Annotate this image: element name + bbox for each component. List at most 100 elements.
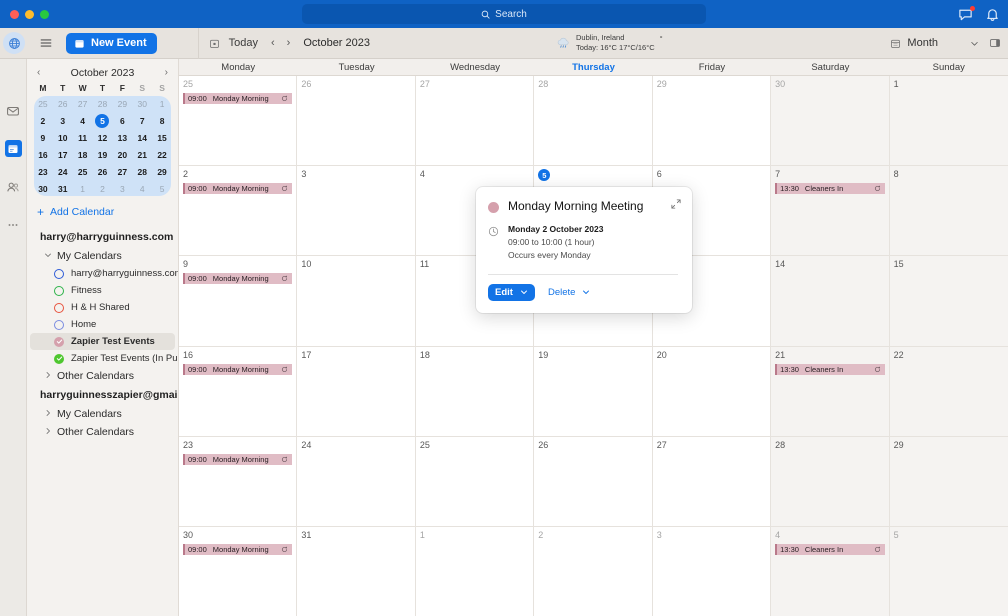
add-calendar-button[interactable]: + Add Calendar [27, 197, 178, 227]
calendar-item[interactable]: Zapier Test Events [30, 333, 175, 350]
calendar-day-cell[interactable]: 1 [889, 76, 1008, 166]
calendar-day-cell[interactable]: 17 [297, 346, 416, 436]
mini-day[interactable]: 30 [33, 180, 53, 197]
calendar-color-swatch[interactable] [54, 302, 64, 313]
calendar-day-cell[interactable]: 20 [653, 346, 772, 436]
mini-day[interactable]: 4 [132, 180, 152, 197]
calendar-day-cell[interactable]: 24 [297, 436, 416, 526]
mini-day[interactable]: 29 [152, 163, 172, 180]
mini-day[interactable]: 3 [53, 112, 73, 129]
mini-day[interactable]: 17 [53, 146, 73, 163]
calendar-day-cell[interactable]: 19 [534, 346, 653, 436]
calendar-day-cell[interactable]: 27 [653, 436, 772, 526]
calendar-day-cell[interactable]: 28 [771, 436, 890, 526]
calendar-day-cell[interactable]: 21 13:30 Cleaners In [771, 346, 890, 436]
rail-item-people[interactable] [5, 178, 22, 195]
calendar-day-cell[interactable]: 2 [534, 526, 653, 616]
calendar-day-cell[interactable]: 30 [771, 76, 890, 166]
mini-day[interactable]: 11 [73, 129, 93, 146]
calendar-item[interactable]: H & H Shared [27, 299, 178, 316]
globe-icon[interactable] [3, 32, 25, 54]
today-icon[interactable] [209, 38, 220, 49]
mini-day[interactable]: 26 [53, 95, 73, 112]
calendar-item[interactable]: Fitness [27, 282, 178, 299]
calendar-day-cell[interactable]: 14 [771, 256, 890, 346]
calendar-day-cell[interactable]: 28 [534, 76, 653, 166]
calendar-day-cell[interactable]: 26 [297, 76, 416, 166]
close-window-button[interactable] [10, 9, 19, 19]
calendar-day-cell[interactable]: 8 [889, 166, 1008, 256]
mini-day[interactable]: 1 [73, 180, 93, 197]
rail-item-mail[interactable] [5, 102, 22, 119]
mini-day[interactable]: 21 [132, 146, 152, 163]
calendar-color-swatch[interactable] [54, 268, 64, 279]
event-chip[interactable]: 09:00 Monday Morning [183, 183, 293, 195]
mini-day[interactable]: 29 [112, 95, 132, 112]
calendar-day-cell[interactable]: 22 [889, 346, 1008, 436]
mini-day[interactable]: 12 [93, 129, 113, 146]
mini-day[interactable]: 20 [112, 146, 132, 163]
delete-event-button[interactable]: Delete [543, 284, 595, 301]
event-chip[interactable]: 09:00 Monday Morning [183, 363, 293, 375]
mini-prev-month-button[interactable]: ‹ [37, 68, 40, 78]
mini-day[interactable]: 16 [33, 146, 53, 163]
calendar-color-swatch[interactable] [54, 336, 64, 347]
calendar-group-row[interactable]: My Calendars [27, 405, 178, 423]
calendar-color-swatch[interactable] [54, 353, 64, 364]
mini-day[interactable]: 28 [132, 163, 152, 180]
today-button[interactable]: Today [229, 37, 258, 49]
account-row[interactable]: harryguinnesszapier@gmail.com [27, 385, 178, 405]
mini-day[interactable]: 24 [53, 163, 73, 180]
rail-item-calendar[interactable] [4, 140, 22, 157]
mini-next-month-button[interactable]: › [165, 68, 168, 78]
mini-day[interactable]: 18 [73, 146, 93, 163]
event-chip[interactable]: 09:00 Monday Morning [183, 273, 293, 285]
calendar-day-cell[interactable]: 25 09:00 Monday Morning [179, 76, 298, 166]
mini-day[interactable]: 8 [152, 112, 172, 129]
calendar-day-cell[interactable]: 26 [534, 436, 653, 526]
calendar-day-cell[interactable]: 7 13:30 Cleaners In [771, 166, 890, 256]
view-selector[interactable]: Month [890, 37, 979, 49]
calendar-item[interactable]: Zapier Test Events (In Purple) [27, 350, 178, 367]
calendar-group-row[interactable]: My Calendars [27, 247, 178, 265]
calendar-day-cell[interactable]: 29 [653, 76, 772, 166]
calendar-day-cell[interactable]: 31 [297, 526, 416, 616]
calendar-color-swatch[interactable] [54, 285, 64, 296]
bell-icon[interactable] [985, 7, 1000, 22]
calendar-day-cell[interactable]: 10 [297, 256, 416, 346]
calendar-day-cell[interactable]: 25 [416, 436, 535, 526]
next-month-button[interactable]: › [287, 37, 291, 49]
weather-widget[interactable]: Dublin, Ireland Today: 16°C 17°C/16°C ° [556, 33, 663, 53]
new-event-button[interactable]: New Event [66, 32, 157, 54]
mini-day[interactable]: 19 [93, 146, 113, 163]
mini-day[interactable]: 7 [132, 112, 152, 129]
mini-day[interactable]: 6 [112, 112, 132, 129]
event-chip[interactable]: 13:30 Cleaners In [775, 363, 885, 375]
maximize-window-button[interactable] [40, 9, 49, 19]
calendar-day-cell[interactable]: 4 13:30 Cleaners In [771, 526, 890, 616]
search-input[interactable]: Search [302, 4, 706, 24]
event-chip[interactable]: 13:30 Cleaners In [775, 543, 885, 555]
calendar-day-cell[interactable]: 3 [297, 166, 416, 256]
rail-item-more[interactable] [5, 216, 22, 233]
event-chip[interactable]: 13:30 Cleaners In [775, 183, 885, 195]
mini-day[interactable]: 23 [33, 163, 53, 180]
mini-day[interactable]: 31 [53, 180, 73, 197]
calendar-day-cell[interactable]: 30 09:00 Monday Morning [179, 526, 298, 616]
mini-day[interactable]: 2 [33, 112, 53, 129]
calendar-color-swatch[interactable] [54, 319, 64, 330]
calendar-day-cell[interactable]: 23 09:00 Monday Morning [179, 436, 298, 526]
mini-day[interactable]: 25 [33, 95, 53, 112]
calendar-day-cell[interactable]: 29 [889, 436, 1008, 526]
mini-day[interactable]: 26 [93, 163, 113, 180]
event-chip[interactable]: 09:00 Monday Morning [183, 93, 293, 104]
mini-day[interactable]: 28 [93, 95, 113, 112]
mini-day[interactable]: 27 [73, 95, 93, 112]
mini-day[interactable]: 22 [152, 146, 172, 163]
calendar-day-cell[interactable]: 5 [889, 526, 1008, 616]
mini-day[interactable]: 14 [132, 129, 152, 146]
mini-day[interactable]: 5 [152, 180, 172, 197]
calendar-day-cell[interactable]: 9 09:00 Monday Morning [179, 256, 298, 346]
hamburger-icon[interactable] [39, 36, 53, 50]
calendar-day-cell[interactable]: 18 [416, 346, 535, 436]
